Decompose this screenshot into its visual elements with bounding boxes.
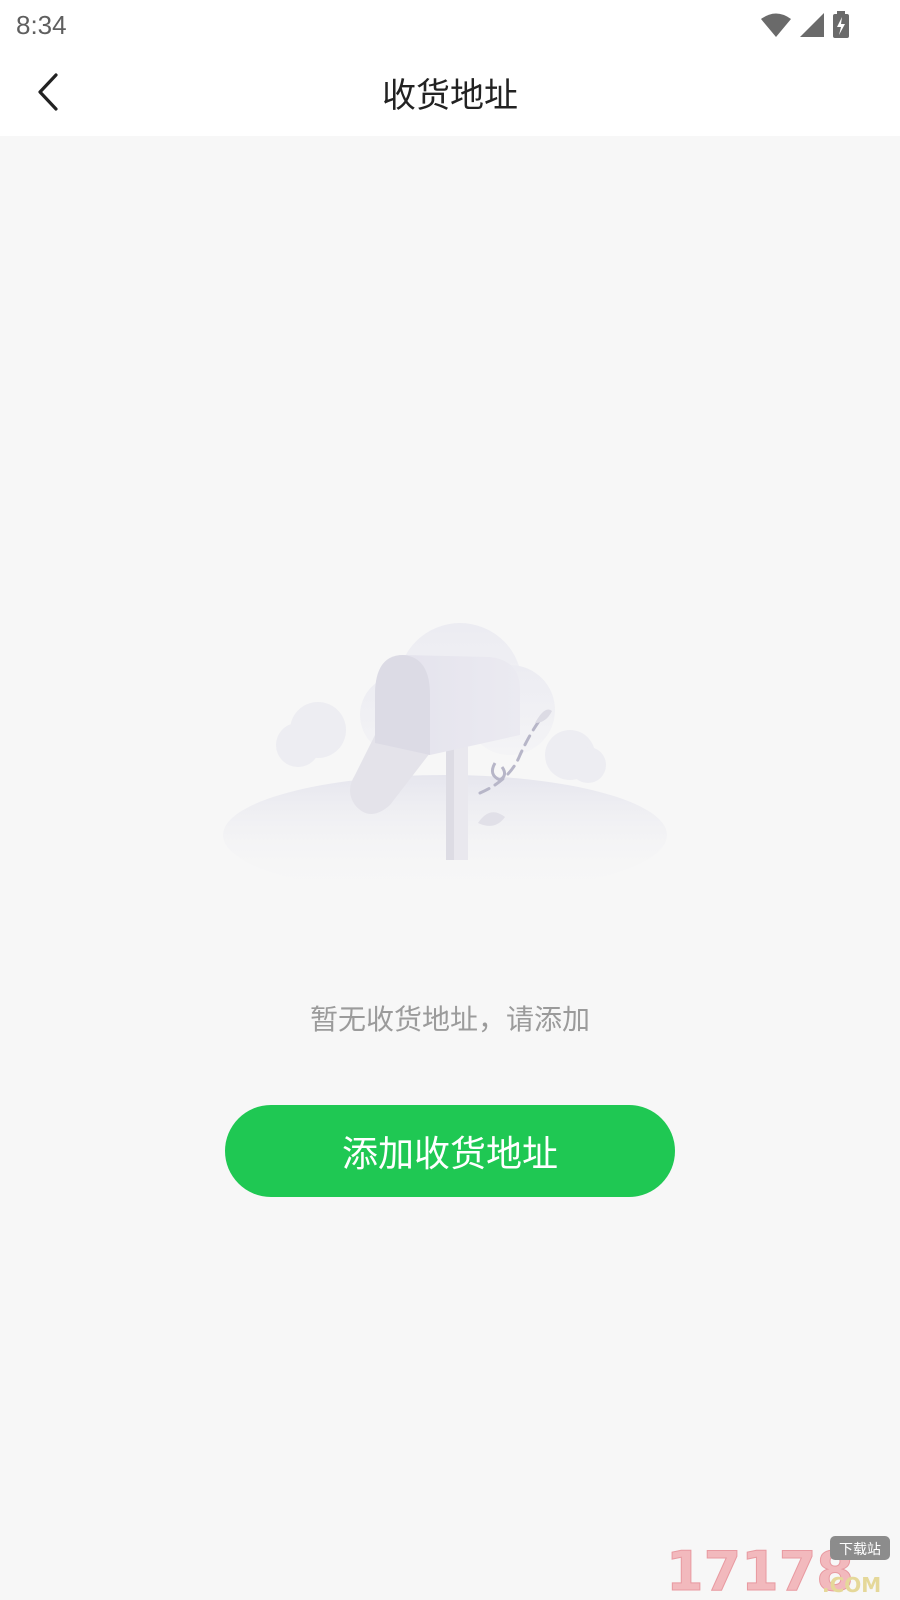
nav-bar: 收货地址	[0, 50, 900, 136]
watermark-badge: 下载站	[839, 1542, 881, 1558]
empty-state-message: 暂无收货地址，请添加	[309, 1003, 590, 1036]
add-address-button[interactable]: 添加收货地址	[225, 1105, 675, 1197]
signal-icon	[800, 13, 824, 37]
battery-charging-icon	[833, 11, 849, 38]
wifi-icon	[761, 13, 791, 37]
watermark-logo: 17178 .COM 下载站	[666, 1536, 890, 1596]
status-bar: 8:34	[0, 0, 900, 50]
mailbox-illustration	[223, 623, 667, 895]
status-time: 8:34	[16, 10, 67, 40]
watermark-suffix: .COM	[822, 1573, 881, 1596]
page-title: 收货地址	[382, 76, 518, 116]
status-icons	[760, 10, 850, 40]
add-address-button-label: 添加收货地址	[341, 1134, 558, 1175]
